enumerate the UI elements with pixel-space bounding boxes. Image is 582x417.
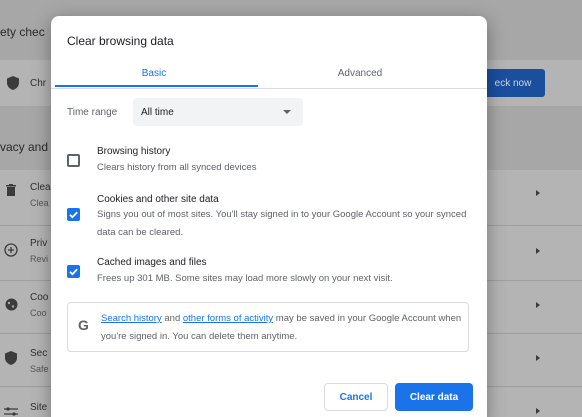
bg-row-sub-privacy: Revi — [30, 254, 49, 264]
tabs-divider — [51, 88, 487, 89]
tab-advanced[interactable]: Advanced — [257, 58, 463, 88]
time-range-value: All time — [141, 106, 174, 118]
check-now-button[interactable]: eck now — [481, 69, 545, 97]
cached-images-description: Frees up 301 MB. Some sites may load mor… — [97, 273, 393, 284]
bg-row-title-clear: Clea — [30, 182, 51, 193]
time-range-label: Time range — [67, 107, 118, 118]
bg-row-title-security: Sec — [30, 348, 48, 359]
time-range-select[interactable]: All time — [133, 98, 303, 126]
dropdown-caret-icon — [283, 110, 291, 114]
bg-row-title-site: Site — [30, 402, 48, 413]
cookies-checkbox[interactable] — [67, 208, 80, 221]
chevron-right-icon[interactable] — [536, 355, 540, 361]
google-account-info-box: G Search history and other forms of acti… — [67, 302, 469, 352]
shield-check-icon — [6, 76, 20, 90]
clear-browsing-data-dialog: Clear browsing data Basic Advanced Time … — [51, 16, 487, 417]
info-text: Search history and other forms of activi… — [101, 310, 463, 346]
other-activity-link[interactable]: other forms of activity — [183, 313, 273, 324]
browsing-history-checkbox[interactable] — [67, 154, 80, 167]
bg-row-title-cookies: Coo — [30, 292, 49, 303]
bg-row-sub-clear: Clea — [30, 198, 49, 208]
cancel-button[interactable]: Cancel — [324, 383, 388, 411]
globe-icon — [4, 243, 18, 257]
cached-images-checkbox[interactable] — [67, 265, 80, 278]
bg-row-title-privacy: Priv — [30, 238, 48, 249]
cookies-title: Cookies and other site data — [97, 194, 219, 205]
trash-icon — [4, 184, 18, 198]
google-g-icon: G — [78, 317, 89, 333]
search-history-link[interactable]: Search history — [101, 313, 162, 324]
chevron-right-icon[interactable] — [536, 302, 540, 308]
active-tab-indicator — [55, 85, 258, 87]
cached-images-title: Cached images and files — [97, 257, 207, 268]
clear-data-button[interactable]: Clear data — [395, 383, 473, 411]
chevron-right-icon[interactable] — [536, 190, 540, 196]
safety-row-title: Chr — [30, 78, 47, 89]
dialog-title: Clear browsing data — [67, 34, 174, 48]
sliders-icon — [4, 406, 18, 417]
info-text-mid: and — [161, 313, 183, 324]
safety-check-heading: ety chec — [0, 25, 45, 39]
chevron-right-icon[interactable] — [536, 248, 540, 254]
bg-row-sub-security: Safe — [30, 364, 49, 374]
chevron-right-icon[interactable] — [536, 408, 540, 414]
checkmark-icon — [69, 268, 78, 276]
cookies-description: Signs you out of most sites. You'll stay… — [97, 209, 467, 238]
tab-basic[interactable]: Basic — [51, 58, 257, 88]
shield-icon — [4, 351, 18, 365]
privacy-heading: vacy and — [0, 140, 49, 154]
browsing-history-title: Browsing history — [97, 146, 171, 157]
tab-bar: Basic Advanced — [51, 58, 487, 88]
browsing-history-description: Clears history from all synced devices — [97, 162, 257, 173]
checkmark-icon — [69, 211, 78, 219]
bg-row-sub-cookies: Coo — [30, 308, 47, 318]
cookie-icon — [4, 298, 18, 312]
